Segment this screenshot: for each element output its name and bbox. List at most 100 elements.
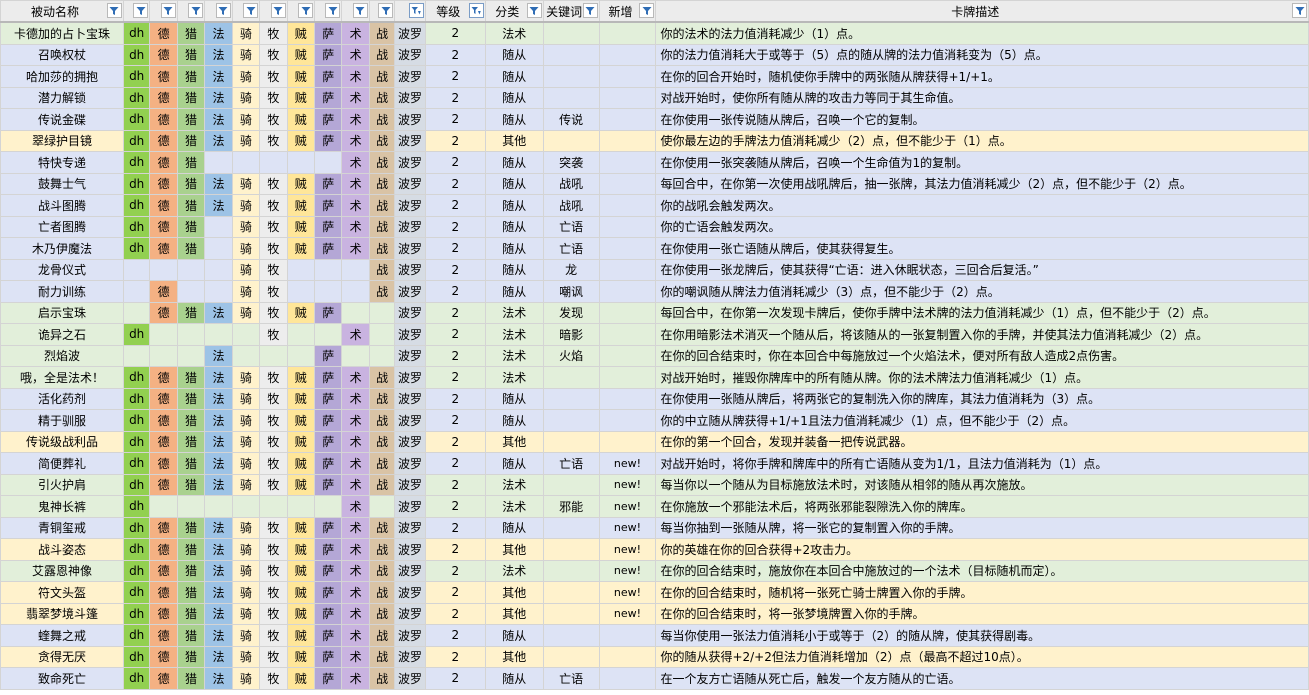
cell-class[interactable]: 法 [204,108,233,131]
cell-name[interactable]: 潜力解锁 [0,86,124,109]
cell-class[interactable]: 牧 [259,280,288,303]
cell-class[interactable]: 波罗 [394,387,426,410]
filter-dropdown-icon[interactable] [378,3,394,18]
filter-dropdown-icon[interactable] [243,3,259,18]
cell-class[interactable]: 战 [368,387,396,410]
cell-class[interactable] [204,280,233,303]
cell-class[interactable]: 牧 [259,516,288,539]
cell-level[interactable]: 2 [424,151,486,174]
cell-class[interactable]: 猎 [176,151,206,174]
cell-type[interactable]: 随从 [484,237,544,260]
cell-class[interactable]: 术 [341,108,370,131]
cell-class[interactable]: 贼 [286,473,316,496]
cell-new[interactable]: new! [598,538,657,561]
cell-class[interactable]: 德 [149,65,178,88]
cell-class[interactable]: 萨 [314,559,343,582]
cell-level[interactable]: 2 [424,215,486,238]
cell-class[interactable] [204,258,233,281]
cell-description[interactable]: 在一个友方亡语随从死亡后，触发一个友方随从的亡语。 [655,667,1309,690]
cell-class[interactable]: 贼 [286,602,316,625]
cell-class[interactable]: 波罗 [394,624,426,647]
cell-class[interactable]: 贼 [286,581,316,604]
cell-class[interactable]: 骑 [231,430,261,453]
cell-class[interactable]: 贼 [286,237,316,260]
cell-class[interactable]: 术 [341,129,370,152]
cell-level[interactable]: 2 [424,538,486,561]
cell-class[interactable]: 术 [341,194,370,217]
cell-new[interactable] [598,237,657,260]
filter-dropdown-icon[interactable] [1292,3,1307,18]
cell-class[interactable]: 术 [341,366,370,389]
cell-class[interactable]: 猎 [176,237,206,260]
cell-class[interactable] [286,280,316,303]
cell-class[interactable]: 战 [368,409,396,432]
cell-name[interactable]: 特快专递 [0,151,124,174]
filter-dropdown-icon[interactable] [582,3,598,18]
cell-class[interactable]: 法 [204,21,233,45]
cell-class[interactable]: 术 [341,645,370,668]
cell-class[interactable] [314,495,343,518]
cell-class[interactable]: 猎 [176,624,206,647]
cell-type[interactable]: 法术 [484,344,544,367]
cell-class[interactable] [204,215,233,238]
cell-name[interactable]: 艾露恩神像 [0,559,124,582]
cell-name[interactable]: 召唤权杖 [0,43,124,66]
cell-name[interactable]: 致命死亡 [0,667,124,690]
cell-class[interactable]: 骑 [231,516,261,539]
cell-class[interactable]: 牧 [259,237,288,260]
cell-class[interactable]: 贼 [286,194,316,217]
cell-level[interactable]: 2 [424,624,486,647]
cell-new[interactable] [598,301,657,324]
cell-description[interactable]: 在你的回合开始时，随机使你手牌中的两张随从牌获得+1/+1。 [655,65,1309,88]
cell-class[interactable]: 牧 [259,215,288,238]
cell-name[interactable]: 鼓舞士气 [0,172,124,195]
cell-class[interactable]: 贼 [286,624,316,647]
cell-class[interactable]: 萨 [314,172,343,195]
cell-class[interactable] [231,344,261,367]
cell-class[interactable]: dh [122,581,151,604]
cell-class[interactable] [176,344,206,367]
cell-level[interactable]: 2 [424,323,486,346]
cell-keyword[interactable]: 发现 [542,301,600,324]
cell-keyword[interactable]: 传说 [542,108,600,131]
cell-class[interactable] [259,344,288,367]
cell-level[interactable]: 2 [424,301,486,324]
cell-description[interactable]: 在你施放一个邪能法术后，将两张邪能裂隙洗入你的牌库。 [655,495,1309,518]
cell-new[interactable] [598,65,657,88]
filter-dropdown-icon[interactable] [325,3,341,18]
cell-class[interactable]: 牧 [259,366,288,389]
cell-class[interactable]: dh [122,387,151,410]
cell-type[interactable]: 其他 [484,538,544,561]
cell-name[interactable]: 亡者图腾 [0,215,124,238]
cell-class[interactable]: 牧 [259,21,288,45]
cell-class[interactable]: 骑 [231,43,261,66]
cell-class[interactable]: 波罗 [394,538,426,561]
cell-class[interactable]: 波罗 [394,21,426,45]
cell-name[interactable]: 青铜玺戒 [0,516,124,539]
cell-class[interactable]: 术 [341,215,370,238]
cell-type[interactable]: 随从 [484,86,544,109]
cell-class[interactable]: dh [122,21,151,45]
cell-class[interactable]: 猎 [176,194,206,217]
cell-class[interactable]: dh [122,538,151,561]
cell-level[interactable]: 2 [424,387,486,410]
cell-class[interactable] [314,323,343,346]
cell-class[interactable]: 萨 [314,43,343,66]
cell-class[interactable]: 法 [204,301,233,324]
cell-class[interactable]: 术 [341,473,370,496]
cell-class[interactable]: 猎 [176,581,206,604]
cell-class[interactable]: 法 [204,538,233,561]
cell-class[interactable]: 贼 [286,108,316,131]
cell-class[interactable]: 骑 [231,624,261,647]
cell-name[interactable]: 木乃伊魔法 [0,237,124,260]
cell-class[interactable] [314,151,343,174]
cell-keyword[interactable]: 龙 [542,258,600,281]
cell-class[interactable]: 贼 [286,452,316,475]
cell-class[interactable]: dh [122,602,151,625]
cell-class[interactable]: 德 [149,215,178,238]
cell-class[interactable]: 德 [149,151,178,174]
cell-class[interactable]: 术 [341,323,370,346]
cell-name[interactable]: 活化药剂 [0,387,124,410]
cell-class[interactable]: 骑 [231,301,261,324]
cell-level[interactable]: 2 [424,559,486,582]
